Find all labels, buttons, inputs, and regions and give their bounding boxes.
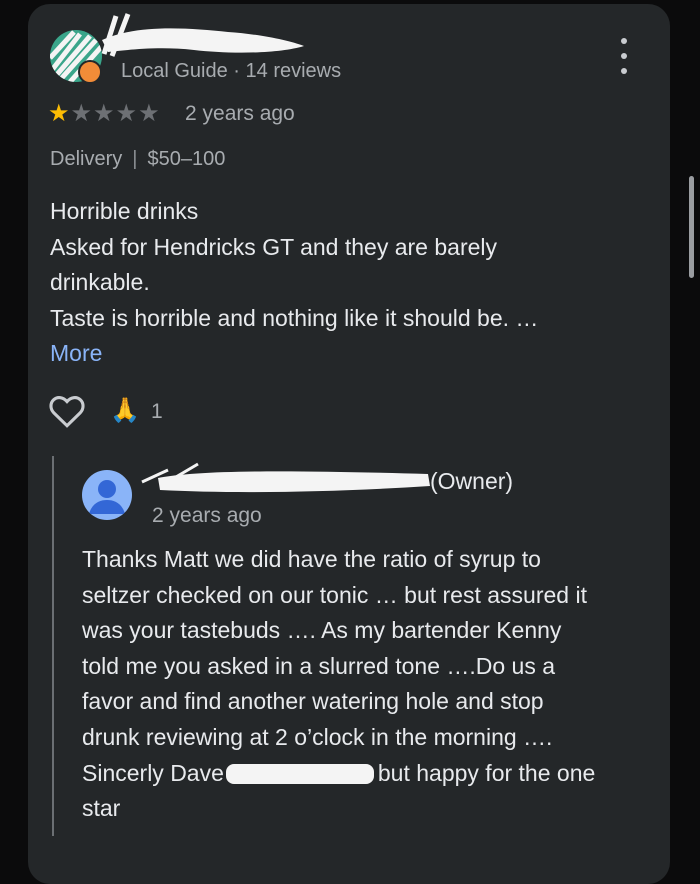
reply-line: seltzer checked on our tonic … but rest … (82, 581, 587, 608)
service-type: Delivery (50, 148, 123, 170)
review-line: Horrible drinks (50, 198, 199, 224)
reply-line: Sincerly Dave but happy for the one (82, 756, 662, 792)
price-range: $50–100 (147, 148, 226, 170)
local-guide-badge-icon (78, 60, 102, 84)
reply-line-tail: but happy for the one (377, 759, 596, 786)
reply-line: favor and find another watering hole and… (82, 688, 544, 715)
owner-name-redaction (141, 462, 430, 493)
folded-hands-icon[interactable]: 🙏 (110, 396, 140, 426)
review-line: Taste is horrible and nothing like it sh… (50, 304, 539, 331)
review-line: Asked for Hendricks GT and they are bare… (50, 233, 498, 260)
reply-body: Thanks Matt we did have the ratio of syr… (82, 542, 662, 827)
more-vertical-icon[interactable] (616, 38, 632, 74)
reply-time: 2 years ago (152, 504, 262, 527)
reply-indent-bar (52, 456, 54, 836)
review-time: 2 years ago (185, 102, 295, 125)
star-empty-icon: ★ (93, 100, 116, 127)
heart-outline-icon[interactable] (48, 394, 86, 428)
reviewer-meta: Local Guide · 14 reviews (121, 60, 342, 82)
signature-text: Sincerly Dave (82, 759, 224, 786)
reaction-count: 1 (151, 400, 163, 423)
star-filled-icon: ★ (48, 100, 71, 127)
kebab-dot (621, 68, 627, 74)
owner-avatar[interactable] (82, 470, 132, 520)
surname-redaction (225, 764, 374, 785)
reply-line: star (82, 795, 121, 822)
kebab-dot (621, 38, 627, 44)
meta-separator: | (132, 148, 138, 170)
reply-line: Thanks Matt we did have the ratio of syr… (82, 546, 541, 572)
reply-line: drunk reviewing at 2 o’clock in the morn… (82, 723, 553, 750)
person-icon (89, 480, 125, 514)
star-empty-icon: ★ (115, 100, 139, 127)
reply-line: told me you asked in a slurred tone ….Do… (82, 652, 556, 679)
review-card: Local Guide · 14 reviews ★★★★★ 2 years a… (28, 4, 670, 884)
star-empty-icon: ★ (70, 100, 94, 127)
kebab-dot (621, 53, 627, 59)
star-rating: ★★★★★ (48, 100, 161, 128)
scrollbar-thumb[interactable] (689, 176, 694, 278)
owner-label: (Owner) (430, 468, 514, 494)
reply-line: was your tastebuds …. As my bartender Ke… (82, 617, 562, 644)
review-line: drinkable. (50, 269, 150, 295)
name-redaction (101, 13, 304, 57)
review-body: Horrible drinks Asked for Hendricks GT a… (50, 194, 610, 372)
star-empty-icon: ★ (138, 100, 161, 127)
review-meta: Delivery | $50–100 (50, 148, 225, 171)
more-link[interactable]: More (50, 336, 610, 372)
